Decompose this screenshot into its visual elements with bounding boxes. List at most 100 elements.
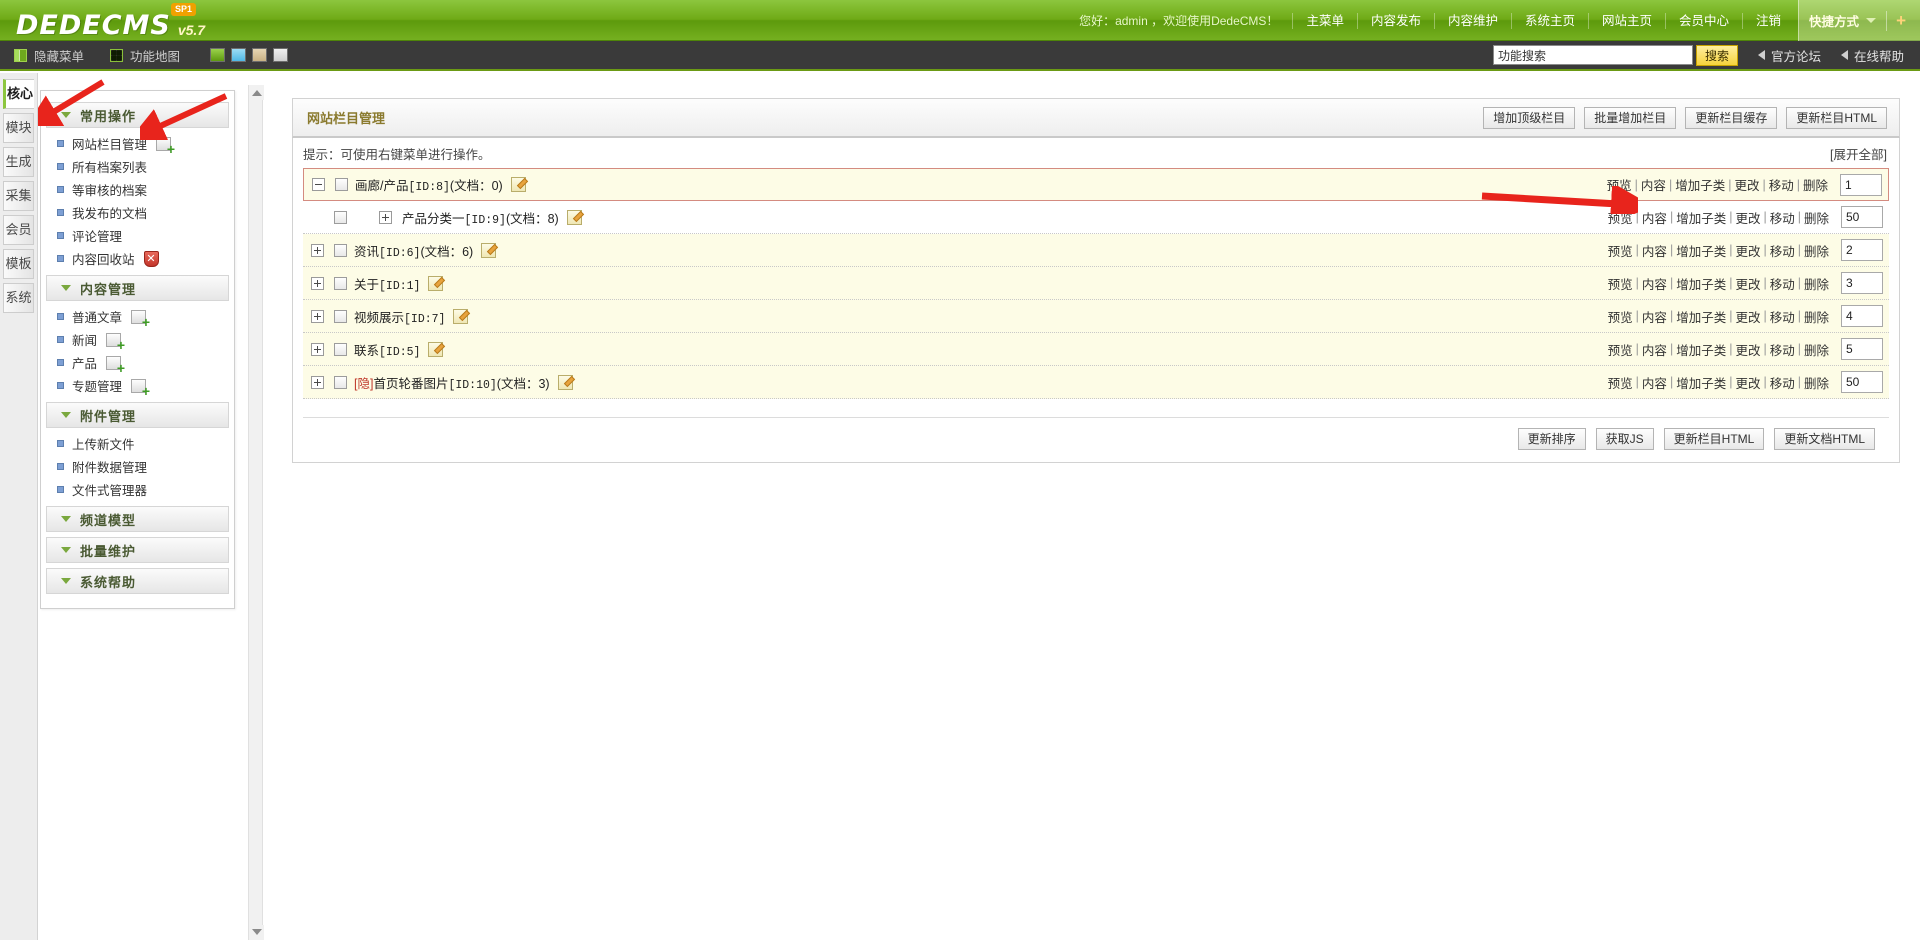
- edit-icon[interactable]: [428, 341, 444, 357]
- edit-icon[interactable]: [566, 209, 582, 225]
- action-content[interactable]: 内容: [1642, 208, 1667, 227]
- action-edit[interactable]: 更改: [1735, 307, 1760, 326]
- expand-toggle-icon[interactable]: [311, 276, 324, 290]
- action-edit[interactable]: 更改: [1735, 373, 1760, 392]
- action-content[interactable]: 内容: [1642, 241, 1667, 260]
- sidebar-item-my-documents[interactable]: 我发布的文档: [46, 201, 229, 224]
- batch-add-column-button[interactable]: 批量增加栏目: [1584, 106, 1677, 129]
- sort-order-input[interactable]: [1841, 371, 1883, 393]
- sidebar-item-file-manager[interactable]: 文件式管理器: [46, 478, 229, 501]
- sort-order-input[interactable]: [1841, 239, 1883, 261]
- expand-toggle-icon[interactable]: [379, 210, 392, 224]
- update-column-html-button[interactable]: 更新栏目HTML: [1663, 428, 1765, 450]
- row-checkbox[interactable]: [334, 375, 347, 389]
- add-document-icon[interactable]: [106, 332, 125, 351]
- sidebar-group-batch-maintain[interactable]: 批量维护: [46, 537, 229, 563]
- topnav-link-member[interactable]: 会员中心: [1665, 12, 1742, 29]
- action-move[interactable]: 移动: [1770, 241, 1795, 260]
- topnav-link-site-home[interactable]: 网站主页: [1588, 12, 1665, 29]
- action-edit[interactable]: 更改: [1735, 274, 1760, 293]
- expand-toggle-icon[interactable]: [311, 375, 324, 389]
- action-move[interactable]: 移动: [1770, 208, 1795, 227]
- collapse-toggle-icon[interactable]: [312, 178, 325, 191]
- vtab-generate[interactable]: 生成: [3, 147, 34, 177]
- vtab-core[interactable]: 核心: [3, 79, 34, 109]
- topnav-link-system-home[interactable]: 系统主页: [1510, 12, 1588, 29]
- action-preview[interactable]: 预览: [1607, 175, 1632, 194]
- action-delete[interactable]: 删除: [1804, 274, 1829, 293]
- edit-icon[interactable]: [428, 275, 444, 291]
- sidebar-item-pending-archives[interactable]: 等审核的档案: [46, 178, 229, 201]
- sort-order-input[interactable]: [1840, 173, 1882, 196]
- sidebar-group-content-manage[interactable]: 内容管理: [46, 275, 229, 301]
- sidebar-item-news[interactable]: 新闻: [46, 328, 229, 351]
- topnav-link-logout[interactable]: 注销: [1742, 12, 1794, 29]
- update-column-cache-button[interactable]: 更新栏目缓存: [1685, 106, 1778, 129]
- sidebar-item-upload-file[interactable]: 上传新文件: [46, 432, 229, 455]
- sidebar-item-recycle-bin[interactable]: 内容回收站 ✕: [46, 247, 229, 270]
- add-document-icon[interactable]: [106, 355, 125, 374]
- sort-order-input[interactable]: [1841, 272, 1883, 294]
- action-add-child[interactable]: 增加子类: [1676, 340, 1726, 359]
- update-sort-button[interactable]: 更新排序: [1517, 428, 1586, 450]
- action-delete[interactable]: 删除: [1804, 241, 1829, 260]
- sidebar-item-comment-manage[interactable]: 评论管理: [46, 224, 229, 247]
- action-delete[interactable]: 删除: [1804, 340, 1829, 359]
- expand-all-link[interactable]: [展开全部]: [1830, 144, 1887, 163]
- sidebar-item-special-topic[interactable]: 专题管理: [46, 374, 229, 397]
- sort-order-input[interactable]: [1841, 305, 1883, 327]
- table-row[interactable]: 画廊/产品[ID:8](文档：0) 预览 | 内容 | 增加子类 | 更改 | 移动 | …: [303, 168, 1889, 201]
- row-checkbox[interactable]: [334, 276, 347, 290]
- table-row[interactable]: 联系[ID:5] 预览 | 内容 | 增加子类 | 更改 | 移动 | 删除: [303, 333, 1889, 366]
- action-edit[interactable]: 更改: [1735, 241, 1760, 260]
- scroll-down-arrow-icon[interactable]: [249, 925, 264, 940]
- hide-menu-button[interactable]: 隐藏菜单: [14, 46, 84, 65]
- action-add-child[interactable]: 增加子类: [1676, 307, 1726, 326]
- action-delete[interactable]: 删除: [1803, 175, 1828, 194]
- row-checkbox[interactable]: [334, 342, 347, 356]
- action-add-child[interactable]: 增加子类: [1675, 175, 1725, 194]
- table-row[interactable]: 关于[ID:1] 预览 | 内容 | 增加子类 | 更改 | 移动 | 删除: [303, 267, 1889, 300]
- sort-order-input[interactable]: [1841, 338, 1883, 360]
- edit-icon[interactable]: [557, 374, 573, 390]
- action-preview[interactable]: 预览: [1608, 241, 1633, 260]
- shortcut-menu[interactable]: 快捷方式 +: [1798, 0, 1920, 41]
- scroll-up-arrow-icon[interactable]: [249, 85, 264, 100]
- edit-icon[interactable]: [453, 308, 469, 324]
- action-preview[interactable]: 预览: [1608, 208, 1633, 227]
- table-row[interactable]: 资讯[ID:6](文档：6) 预览 | 内容 | 增加子类 | 更改 | 移动 | 删除: [303, 234, 1889, 267]
- vtab-member[interactable]: 会员: [3, 215, 34, 245]
- action-preview[interactable]: 预览: [1608, 340, 1633, 359]
- action-content[interactable]: 内容: [1642, 340, 1667, 359]
- row-checkbox[interactable]: [334, 210, 347, 224]
- theme-swatch-gray[interactable]: [273, 48, 289, 62]
- delete-shield-icon[interactable]: ✕: [143, 250, 159, 267]
- topnav-link-publish[interactable]: 内容发布: [1356, 12, 1434, 29]
- row-checkbox[interactable]: [334, 309, 347, 323]
- action-preview[interactable]: 预览: [1608, 274, 1633, 293]
- action-add-child[interactable]: 增加子类: [1676, 241, 1726, 260]
- official-forum-link[interactable]: 官方论坛: [1757, 46, 1821, 65]
- action-move[interactable]: 移动: [1769, 175, 1794, 194]
- action-edit[interactable]: 更改: [1735, 340, 1760, 359]
- action-move[interactable]: 移动: [1770, 373, 1795, 392]
- sidebar-group-system-help[interactable]: 系统帮助: [46, 568, 229, 594]
- action-edit[interactable]: 更改: [1734, 175, 1759, 194]
- edit-icon[interactable]: [510, 177, 526, 192]
- online-help-link[interactable]: 在线帮助: [1840, 46, 1904, 65]
- theme-swatch-blue[interactable]: [231, 48, 247, 62]
- edit-icon[interactable]: [481, 242, 497, 258]
- theme-swatch-green[interactable]: [210, 48, 226, 62]
- topnav-link-main-menu[interactable]: 主菜单: [1292, 12, 1357, 29]
- sidebar-item-all-archives[interactable]: 所有档案列表: [46, 155, 229, 178]
- table-row[interactable]: [隐]首页轮番图片[ID:10](文档：3) 预览 | 内容 | 增加子类 | 更改 |…: [303, 366, 1889, 399]
- search-button[interactable]: 搜索: [1695, 44, 1738, 66]
- action-move[interactable]: 移动: [1770, 274, 1795, 293]
- topnav-link-maintain[interactable]: 内容维护: [1433, 12, 1511, 29]
- sidebar-item-attachment-data[interactable]: 附件数据管理: [46, 455, 229, 478]
- action-preview[interactable]: 预览: [1608, 307, 1633, 326]
- sidebar-item-column-manage[interactable]: 网站栏目管理: [46, 132, 229, 155]
- table-row[interactable]: 视频展示[ID:7] 预览 | 内容 | 增加子类 | 更改 | 移动 | 删除: [303, 300, 1889, 333]
- sort-order-input[interactable]: [1841, 206, 1883, 228]
- action-move[interactable]: 移动: [1770, 307, 1795, 326]
